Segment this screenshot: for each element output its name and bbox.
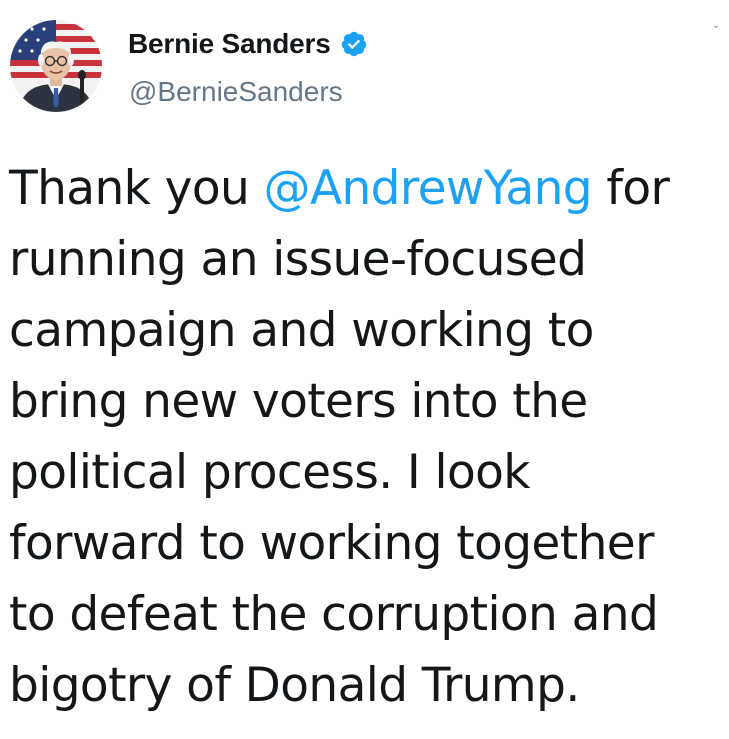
tweet-line: campaign and working to — [9, 303, 594, 358]
tweet-line: to defeat the corruption and — [9, 587, 659, 642]
chevron-down-icon[interactable]: ˇ — [714, 24, 718, 38]
tweet-text-segment: for — [592, 161, 670, 216]
tweet-line: bigotry of Donald Trump. — [9, 658, 580, 713]
verified-badge-icon — [341, 31, 366, 57]
author-name-row[interactable]: Bernie Sanders — [128, 26, 368, 62]
tweet-line: Thank you @AndrewYang for — [9, 153, 724, 224]
tweet-line: forward to working together — [9, 516, 654, 571]
tweet-line: bring new voters into the — [9, 374, 588, 429]
author-handle[interactable]: @BernieSanders — [129, 74, 343, 110]
tweet-line: political process. I look — [9, 445, 531, 500]
tweet-text: Thank you @AndrewYang for running an iss… — [9, 153, 724, 721]
avatar[interactable] — [10, 20, 102, 112]
author-display-name[interactable]: Bernie Sanders — [128, 26, 331, 62]
mention-link[interactable]: @AndrewYang — [264, 161, 593, 216]
tweet-text-segment: Thank you — [9, 161, 264, 216]
tweet-card: Bernie Sanders @BernieSanders ˇ Thank yo… — [0, 0, 729, 739]
tweet-line: running an issue-focused — [9, 232, 587, 287]
